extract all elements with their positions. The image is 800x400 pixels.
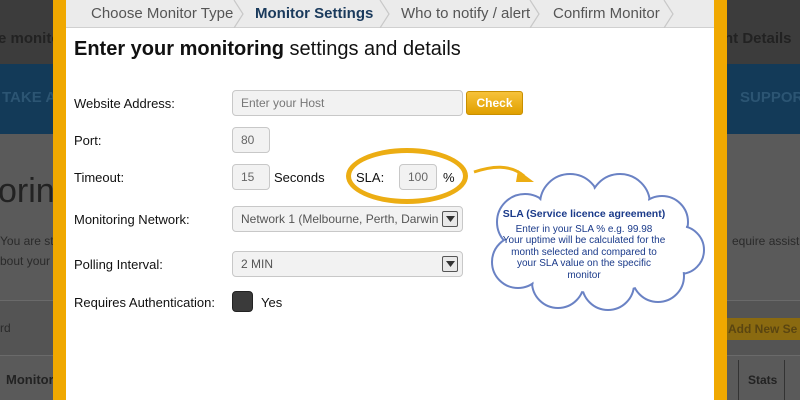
wizard-step-choose-type[interactable]: Choose Monitor Type <box>91 0 233 28</box>
sla-callout-line: monitor <box>567 269 601 281</box>
wizard-steps: Choose Monitor Type Monitor Settings Who… <box>66 0 714 28</box>
polling-interval-label: Polling Interval: <box>74 257 163 272</box>
polling-interval-select[interactable]: 2 MIN <box>232 251 463 277</box>
page-title: Enter your monitoring settings and detai… <box>74 38 461 61</box>
page-title-bold: Enter your monitoring <box>74 38 284 60</box>
sla-callout-line: Your uptime will be calculated for the <box>502 235 666 246</box>
chevron-right-icon <box>663 0 674 28</box>
bg-table-header-monitor: Monitor <box>6 372 54 387</box>
bg-right-paragraph: equire assista <box>732 234 800 248</box>
monitoring-network-label: Monitoring Network: <box>74 212 190 227</box>
page-title-rest: settings and details <box>284 38 461 60</box>
sla-callout-line: Enter in your SLA % e.g. 99.98 <box>515 223 653 235</box>
bg-paragraph-line-1: You are st <box>0 234 54 248</box>
wizard-step-confirm[interactable]: Confirm Monitor <box>553 0 660 28</box>
bg-right-title: nt Details <box>724 30 792 47</box>
sla-callout-line: month selected and compared to <box>511 246 657 258</box>
bg-add-new-button: Add New Se <box>720 318 800 340</box>
sla-highlight-ellipse <box>346 148 468 204</box>
sla-callout-line: your SLA value on the specific <box>517 258 651 269</box>
port-label: Port: <box>74 133 102 148</box>
chevron-down-icon <box>442 256 458 272</box>
bg-table-header-stats: Stats <box>748 373 778 387</box>
bg-nav-support: SUPPOR <box>740 89 800 106</box>
sla-callout-text: SLA (Service licence agreement) Enter in… <box>496 208 672 281</box>
chevron-down-icon <box>442 211 458 227</box>
bg-nav-left: TAKE A <box>2 89 57 106</box>
chevron-right-icon <box>233 0 244 28</box>
chevron-right-icon <box>379 0 390 28</box>
monitoring-network-select[interactable]: Network 1 (Melbourne, Perth, Darwin <box>232 206 463 232</box>
bg-paragraph-line-2: bout your <box>0 254 51 268</box>
bg-table-divider <box>738 360 739 400</box>
timeout-unit: Seconds <box>274 170 325 185</box>
timeout-label: Timeout: <box>74 170 125 185</box>
monitor-settings-modal: Choose Monitor Type Monitor Settings Who… <box>66 0 714 400</box>
authentication-toggle[interactable] <box>232 291 253 312</box>
monitoring-network-value: Network 1 (Melbourne, Perth, Darwin <box>241 212 439 226</box>
bg-strip-text: rd <box>0 321 11 335</box>
timeout-input[interactable]: 15 <box>232 164 270 190</box>
bg-left-title: e monito <box>0 30 61 47</box>
wizard-step-monitor-settings[interactable]: Monitor Settings <box>255 0 373 28</box>
chevron-right-icon <box>529 0 540 28</box>
website-address-input[interactable]: Enter your Host <box>232 90 463 116</box>
bg-table-divider <box>784 360 785 400</box>
check-button[interactable]: Check <box>466 91 523 115</box>
sla-callout-title: SLA (Service licence agreement) <box>502 208 666 220</box>
requires-authentication-label: Requires Authentication: <box>74 295 215 310</box>
polling-interval-value: 2 MIN <box>241 257 274 271</box>
wizard-step-notify[interactable]: Who to notify / alert <box>401 0 530 28</box>
website-address-label: Website Address: <box>74 96 175 111</box>
authentication-value-label: Yes <box>261 295 283 310</box>
port-input[interactable]: 80 <box>232 127 270 153</box>
